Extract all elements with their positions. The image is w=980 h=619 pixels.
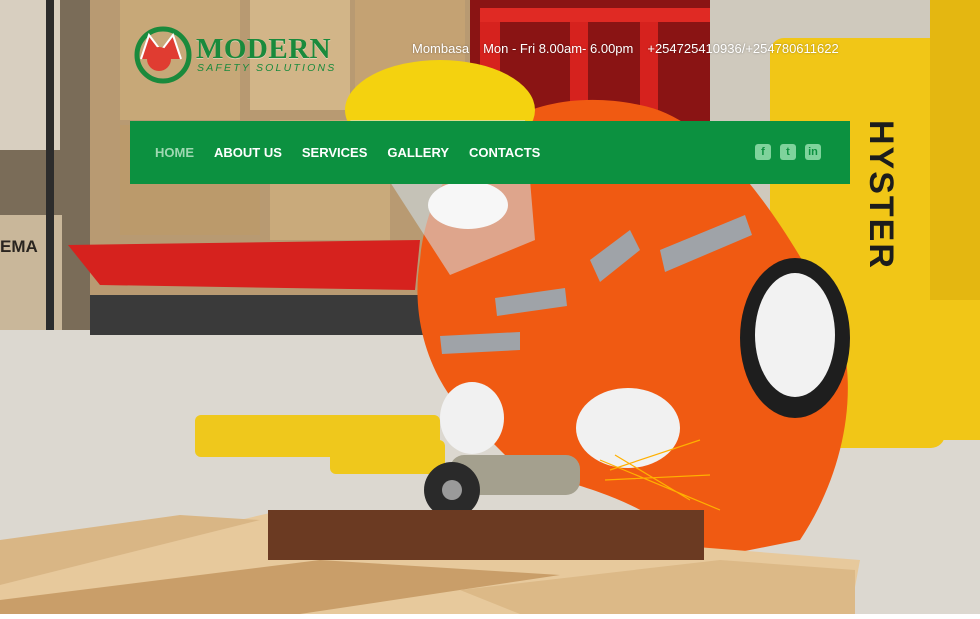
brand-logo[interactable]: MODERN SAFETY SOLUTIONS bbox=[133, 25, 348, 87]
twitter-icon[interactable]: t bbox=[780, 144, 796, 160]
nav-item-about-us[interactable]: ABOUT US bbox=[214, 145, 282, 160]
brand-tagline: SAFETY SOLUTIONS bbox=[197, 62, 337, 74]
brand-name: MODERN bbox=[196, 33, 332, 65]
nav-item-contacts[interactable]: CONTACTS bbox=[469, 145, 540, 160]
location-text: Mombasa bbox=[412, 41, 470, 56]
logo-emblem-icon bbox=[134, 26, 192, 84]
nav-menu: HOME ABOUT US SERVICES GALLERY CONTACTS bbox=[155, 121, 540, 184]
nav-item-gallery[interactable]: GALLERY bbox=[387, 145, 449, 160]
nav-item-home[interactable]: HOME bbox=[155, 145, 194, 160]
page-bottom-edge bbox=[0, 614, 980, 619]
top-info-bar: Mombasa Mon - Fri 8.00am- 6.00pm +254725… bbox=[412, 41, 839, 59]
box-label: EMA bbox=[0, 237, 38, 256]
nav-item-services[interactable]: SERVICES bbox=[302, 145, 368, 160]
forklift-text: HYSTER bbox=[862, 120, 900, 270]
main-navbar: HOME ABOUT US SERVICES GALLERY CONTACTS … bbox=[130, 121, 850, 184]
facebook-icon[interactable]: f bbox=[755, 144, 771, 160]
linkedin-icon[interactable]: in bbox=[805, 144, 821, 160]
hero-image: EMA MA HYSTER bbox=[0, 0, 980, 614]
social-links: f t in bbox=[755, 144, 821, 160]
phone-text[interactable]: +254725410936/+254780611622 bbox=[647, 41, 838, 59]
hours-text: Mon - Fri 8.00am- 6.00pm bbox=[483, 41, 634, 56]
